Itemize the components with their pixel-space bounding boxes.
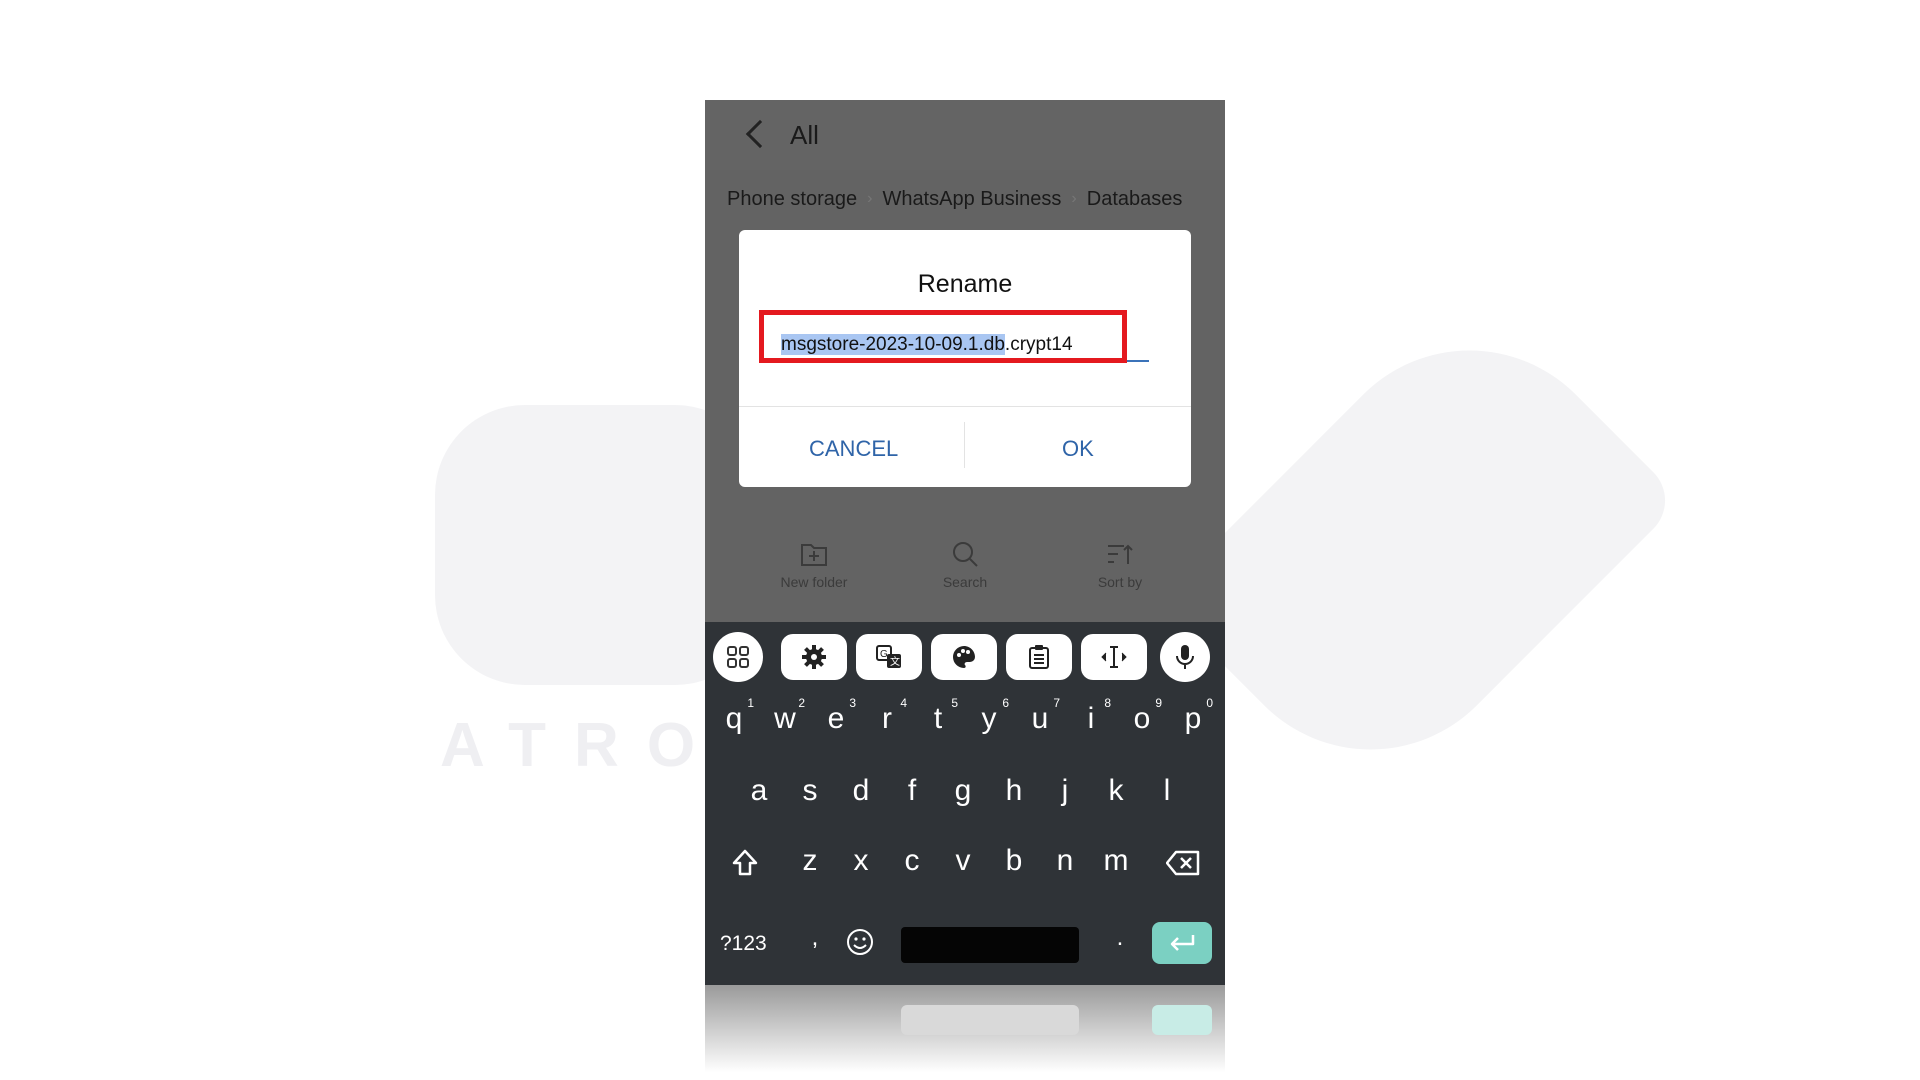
shift-arrow-icon <box>732 849 758 876</box>
phone-reflection <box>705 985 1225 1080</box>
theme-palette-icon[interactable] <box>931 634 997 680</box>
key-c[interactable]: c <box>892 844 932 878</box>
breadcrumb-separator-icon: › <box>867 190 873 207</box>
keyboard: G文 q1 w2 e3 r4 t5 y6 u7 i8 o9 p0 a s d f… <box>705 622 1225 985</box>
space-bar[interactable] <box>901 927 1079 963</box>
back-arrow-icon[interactable] <box>745 119 775 149</box>
key-r[interactable]: r4 <box>867 696 907 736</box>
search-button[interactable]: Search <box>900 540 1030 590</box>
key-o[interactable]: o9 <box>1122 696 1162 736</box>
key-t[interactable]: t5 <box>918 696 958 736</box>
text-cursor-icon[interactable] <box>1081 634 1147 680</box>
enter-key[interactable] <box>1152 922 1212 964</box>
key-b[interactable]: b <box>994 844 1034 878</box>
breadcrumb-whatsapp-business[interactable]: WhatsApp Business <box>882 188 1061 211</box>
key-z[interactable]: z <box>790 844 830 878</box>
watermark-shape-right <box>1158 288 1682 812</box>
microphone-icon[interactable] <box>1160 632 1210 682</box>
key-j[interactable]: j <box>1045 774 1085 808</box>
red-highlight-box <box>759 310 1127 363</box>
settings-gear-icon[interactable] <box>781 634 847 680</box>
key-m[interactable]: m <box>1096 844 1136 878</box>
breadcrumb-phone-storage[interactable]: Phone storage <box>727 188 857 211</box>
search-icon <box>953 542 978 567</box>
breadcrumb: Phone storage › WhatsApp Business › Data… <box>727 184 1182 214</box>
dialog-divider <box>739 406 1191 407</box>
dialog-title: Rename <box>917 270 1013 298</box>
key-q[interactable]: q1 <box>714 696 754 736</box>
emoji-smiley-icon <box>847 929 873 955</box>
new-folder-label: New folder <box>780 574 848 590</box>
key-g[interactable]: g <box>943 774 983 808</box>
backspace-icon <box>1165 850 1200 876</box>
clipboard-icon[interactable] <box>1006 634 1072 680</box>
translate-icon[interactable]: G文 <box>856 634 922 680</box>
backspace-key[interactable] <box>1163 850 1203 884</box>
new-folder-icon <box>801 544 827 566</box>
key-x[interactable]: x <box>841 844 881 878</box>
key-n[interactable]: n <box>1045 844 1085 878</box>
sort-icon <box>1108 544 1133 564</box>
watermark-text: ATRO <box>440 711 724 780</box>
breadcrumb-separator-icon: › <box>1071 190 1077 207</box>
key-a[interactable]: a <box>739 774 779 808</box>
emoji-key[interactable] <box>840 927 880 965</box>
key-e[interactable]: e3 <box>816 696 856 736</box>
shift-key[interactable] <box>725 848 765 886</box>
top-bar: All <box>705 100 1225 170</box>
phone-screen: All Phone storage › WhatsApp Business › … <box>705 100 1225 985</box>
key-w[interactable]: w2 <box>765 696 805 736</box>
reflection-enter-key <box>1152 1005 1212 1035</box>
symbols-mode-key[interactable]: ?123 <box>720 932 767 956</box>
key-d[interactable]: d <box>841 774 881 808</box>
key-l[interactable]: l <box>1147 774 1187 808</box>
key-p[interactable]: p0 <box>1173 696 1213 736</box>
key-k[interactable]: k <box>1096 774 1136 808</box>
svg-text:文: 文 <box>890 655 900 668</box>
reflection-space-bar <box>901 1005 1079 1035</box>
key-v[interactable]: v <box>943 844 983 878</box>
new-folder-button[interactable]: New folder <box>749 540 879 590</box>
sort-by-label: Sort by <box>1097 574 1143 590</box>
period-key[interactable]: . <box>1100 924 1140 952</box>
key-f[interactable]: f <box>892 774 932 808</box>
key-s[interactable]: s <box>790 774 830 808</box>
key-y[interactable]: y6 <box>969 696 1010 736</box>
cancel-button[interactable]: CANCEL <box>809 436 898 462</box>
page-title: All <box>790 120 819 150</box>
breadcrumb-databases[interactable]: Databases <box>1087 188 1183 211</box>
key-u[interactable]: u7 <box>1020 696 1060 736</box>
ok-button[interactable]: OK <box>1062 436 1094 462</box>
enter-arrow-icon <box>1170 935 1195 951</box>
button-divider <box>964 422 965 468</box>
sort-by-button[interactable]: Sort by <box>1055 540 1185 590</box>
search-label: Search <box>942 574 988 590</box>
apps-grid-icon[interactable] <box>713 632 763 682</box>
key-h[interactable]: h <box>994 774 1034 808</box>
svg-text:G: G <box>880 649 888 660</box>
key-i[interactable]: i8 <box>1071 696 1111 736</box>
rename-dialog: Rename msgstore-2023-10-09.1.db.crypt14 … <box>739 230 1191 487</box>
comma-key[interactable]: , <box>795 924 835 952</box>
